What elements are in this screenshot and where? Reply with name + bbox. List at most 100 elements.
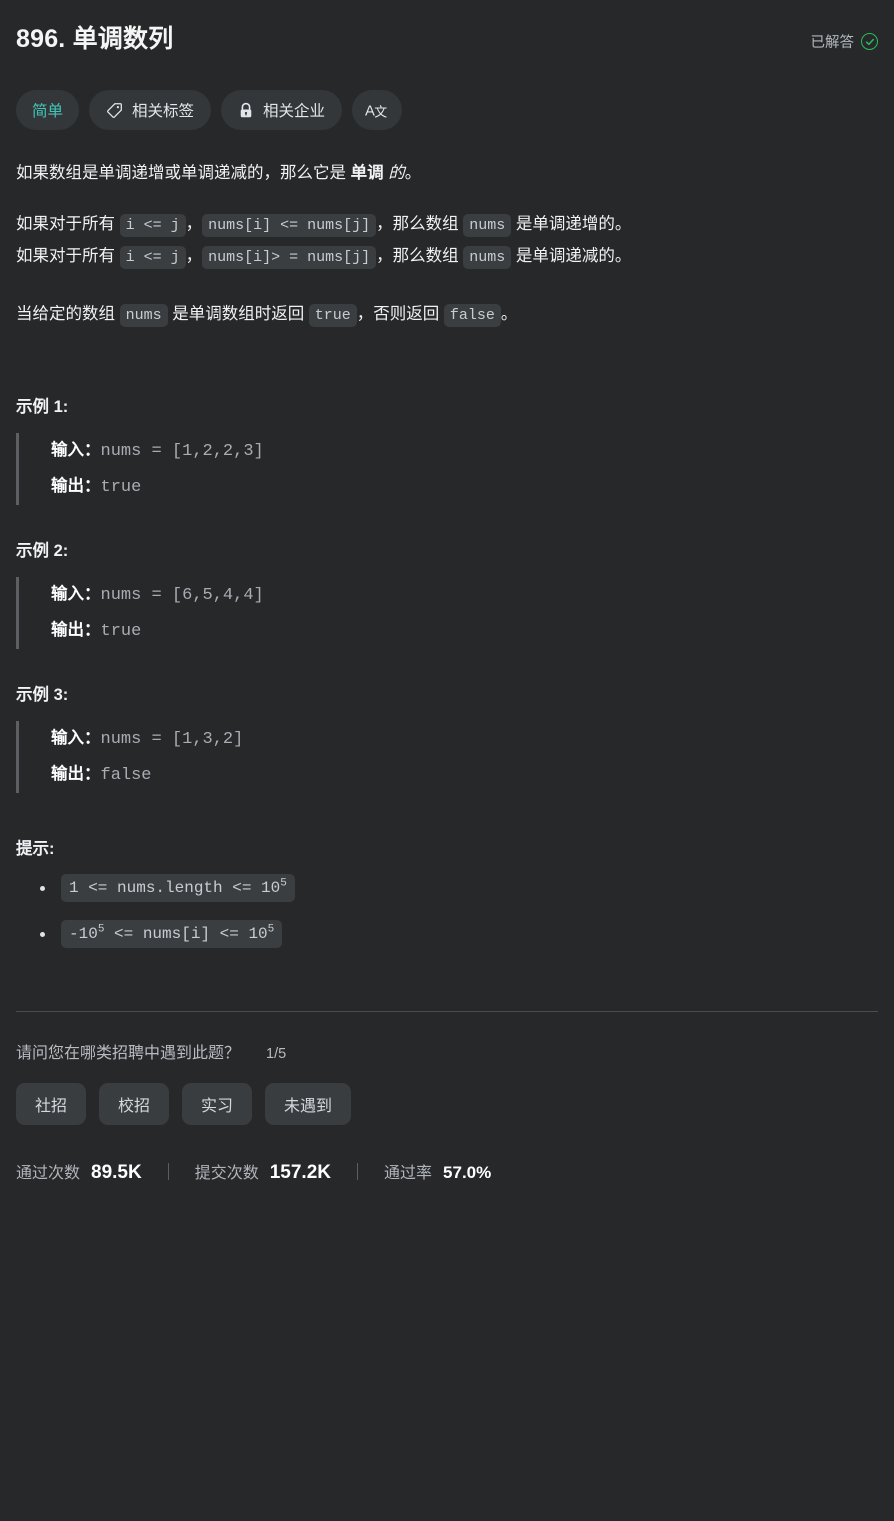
example-input-label: 输入： (51, 729, 101, 747)
desc-italic: 的 (388, 164, 405, 182)
check-circle-icon (861, 33, 878, 50)
desc-bold: 单调 (350, 164, 384, 182)
constraint-text: -10 (69, 925, 98, 943)
desc-text: 如果对于所有 (16, 247, 120, 265)
list-item: -105 <= nums[i] <= 105 (16, 919, 878, 949)
example-input-label: 输入： (51, 441, 101, 459)
example-output-label: 输出： (51, 621, 101, 639)
stat-value: 89.5K (91, 1162, 142, 1183)
stat-submissions: 提交次数 157.2K (195, 1159, 331, 1184)
example-input-line: 输入：nums = [1,3,2] (51, 721, 878, 757)
survey-options: 社招 校招 实习 未遇到 (16, 1083, 878, 1125)
constraint-text: <= nums[i] <= 10 (104, 925, 268, 943)
desc-text: 。 (500, 305, 518, 323)
desc-text: 如果对于所有 (16, 215, 120, 233)
example-output-line: 输出：true (51, 613, 878, 649)
example-output-value: true (100, 478, 142, 497)
problem-header: 896. 单调数列 已解答 (16, 0, 878, 56)
code-chip: nums (463, 214, 512, 237)
difficulty-chip[interactable]: 简单 (16, 90, 80, 130)
example-input-value: nums = [6,5,4,4] (100, 586, 264, 605)
constraints-list: 1 <= nums.length <= 105 -105 <= nums[i] … (16, 873, 878, 949)
related-tags-label: 相关标签 (132, 103, 195, 120)
svg-text:文: 文 (374, 104, 387, 119)
example-output-value: true (100, 622, 142, 641)
description-paragraph-2: 如果对于所有 i <= j， nums[i] <= nums[j] ，那么数组 nu… (16, 209, 878, 241)
desc-text: ， (185, 247, 203, 265)
desc-text: 是单调数组时返回 (167, 305, 309, 323)
page-title: 896. 单调数列 (16, 25, 174, 53)
constraints-title: 提示: (16, 840, 55, 858)
code-chip: i <= j (119, 214, 186, 237)
example-title: 示例 1: (16, 398, 69, 416)
example-input-value: nums = [1,2,2,3] (100, 442, 264, 461)
survey-option-weiyudao[interactable]: 未遇到 (265, 1083, 352, 1125)
translate-chip[interactable]: A 文 (352, 90, 403, 130)
desc-text: 如果数组是单调递增或单调递减的，那么它是 (16, 164, 351, 182)
related-companies-label: 相关企业 (263, 103, 326, 120)
stat-accepted: 通过次数 89.5K (16, 1159, 142, 1184)
difficulty-label: 简单 (32, 103, 64, 120)
survey-counter: 1/5 (266, 1046, 287, 1062)
examples-section: 示例 1: 输入：nums = [1,2,2,3] 输出：true 示例 2: … (16, 393, 878, 793)
code-chip: true (308, 304, 357, 327)
status-label: 已解答 (810, 35, 855, 51)
list-item: 1 <= nums.length <= 105 (16, 873, 878, 903)
constraint-superscript: 5 (280, 877, 287, 890)
example-output-line: 输出：false (51, 757, 878, 793)
example-title: 示例 2: (16, 542, 69, 560)
desc-text: ，否则返回 (356, 305, 444, 323)
constraint-text: 1 <= nums.length <= 10 (69, 879, 281, 897)
desc-text: 当给定的数组 (16, 305, 120, 323)
constraint-code: -105 <= nums[i] <= 105 (61, 920, 283, 948)
code-chip: i <= j (119, 246, 186, 269)
survey-option-shezhao[interactable]: 社招 (16, 1083, 87, 1125)
survey-section: 请问您在哪类招聘中遇到此题？ 1/5 社招 校招 实习 未遇到 (16, 1039, 878, 1125)
stat-divider (357, 1163, 359, 1180)
description-paragraph-1: 如果数组是单调递增或单调递减的，那么它是 单调 的。 (16, 158, 878, 189)
desc-text-end: 。 (404, 164, 422, 182)
survey-option-xiaozhao[interactable]: 校招 (99, 1083, 170, 1125)
example-output-line: 输出：true (51, 469, 878, 505)
constraints-section: 提示: 1 <= nums.length <= 105 -105 <= nums… (16, 835, 878, 949)
code-chip: nums[i] <= nums[j] (202, 214, 377, 237)
example-output-value: false (100, 766, 152, 785)
stat-acceptance-rate: 通过率 57.0% (384, 1159, 491, 1183)
example-input-label: 输入： (51, 585, 101, 603)
related-companies-chip[interactable]: 相关企业 (221, 90, 343, 130)
example-input-value: nums = [1,3,2] (100, 730, 244, 749)
example-block: 输入：nums = [6,5,4,4] 输出：true (16, 577, 878, 649)
desc-text: ，那么数组 (376, 215, 464, 233)
description-paragraph-4: 当给定的数组 nums 是单调数组时返回 true ，否则返回 false。 (16, 299, 878, 331)
survey-question-row: 请问您在哪类招聘中遇到此题？ 1/5 (16, 1039, 878, 1063)
related-tags-chip[interactable]: 相关标签 (89, 90, 212, 130)
desc-text: ，那么数组 (376, 247, 464, 265)
stat-value: 57.0% (443, 1163, 492, 1182)
example-output-label: 输出： (51, 477, 101, 495)
example-output-label: 输出： (51, 765, 101, 783)
code-chip: nums (463, 246, 512, 269)
example-input-line: 输入：nums = [6,5,4,4] (51, 577, 878, 613)
problem-page: 896. 单调数列 已解答 简单 相关标签 相关企业 A 文 如果数组是单调递增… (0, 0, 894, 1521)
example-title: 示例 3: (16, 686, 69, 704)
lock-icon (238, 102, 254, 119)
example-block: 输入：nums = [1,2,2,3] 输出：true (16, 433, 878, 505)
stat-label: 提交次数 (194, 1165, 259, 1182)
survey-option-shixi[interactable]: 实习 (182, 1083, 253, 1125)
stat-divider (167, 1163, 169, 1180)
code-chip: nums[i]> = nums[j] (202, 246, 377, 269)
tag-icon (106, 102, 123, 119)
example-block: 输入：nums = [1,3,2] 输出：false (16, 721, 878, 793)
survey-question: 请问您在哪类招聘中遇到此题？ (16, 1045, 241, 1062)
tag-chip-row: 简单 相关标签 相关企业 A 文 (16, 90, 878, 130)
constraint-superscript: 5 (267, 923, 275, 936)
translate-icon: A 文 (365, 100, 389, 120)
example-input-line: 输入：nums = [1,2,2,3] (51, 433, 878, 469)
status-badge: 已解答 (810, 31, 878, 52)
statistics-row: 通过次数 89.5K 提交次数 157.2K 通过率 57.0% (16, 1159, 878, 1184)
stat-label: 通过次数 (16, 1165, 81, 1182)
problem-description: 如果数组是单调递增或单调递减的，那么它是 单调 的。 如果对于所有 i <= j… (16, 158, 878, 331)
stat-value: 157.2K (269, 1162, 332, 1183)
desc-text: ， (185, 215, 203, 233)
section-divider (16, 1011, 878, 1012)
